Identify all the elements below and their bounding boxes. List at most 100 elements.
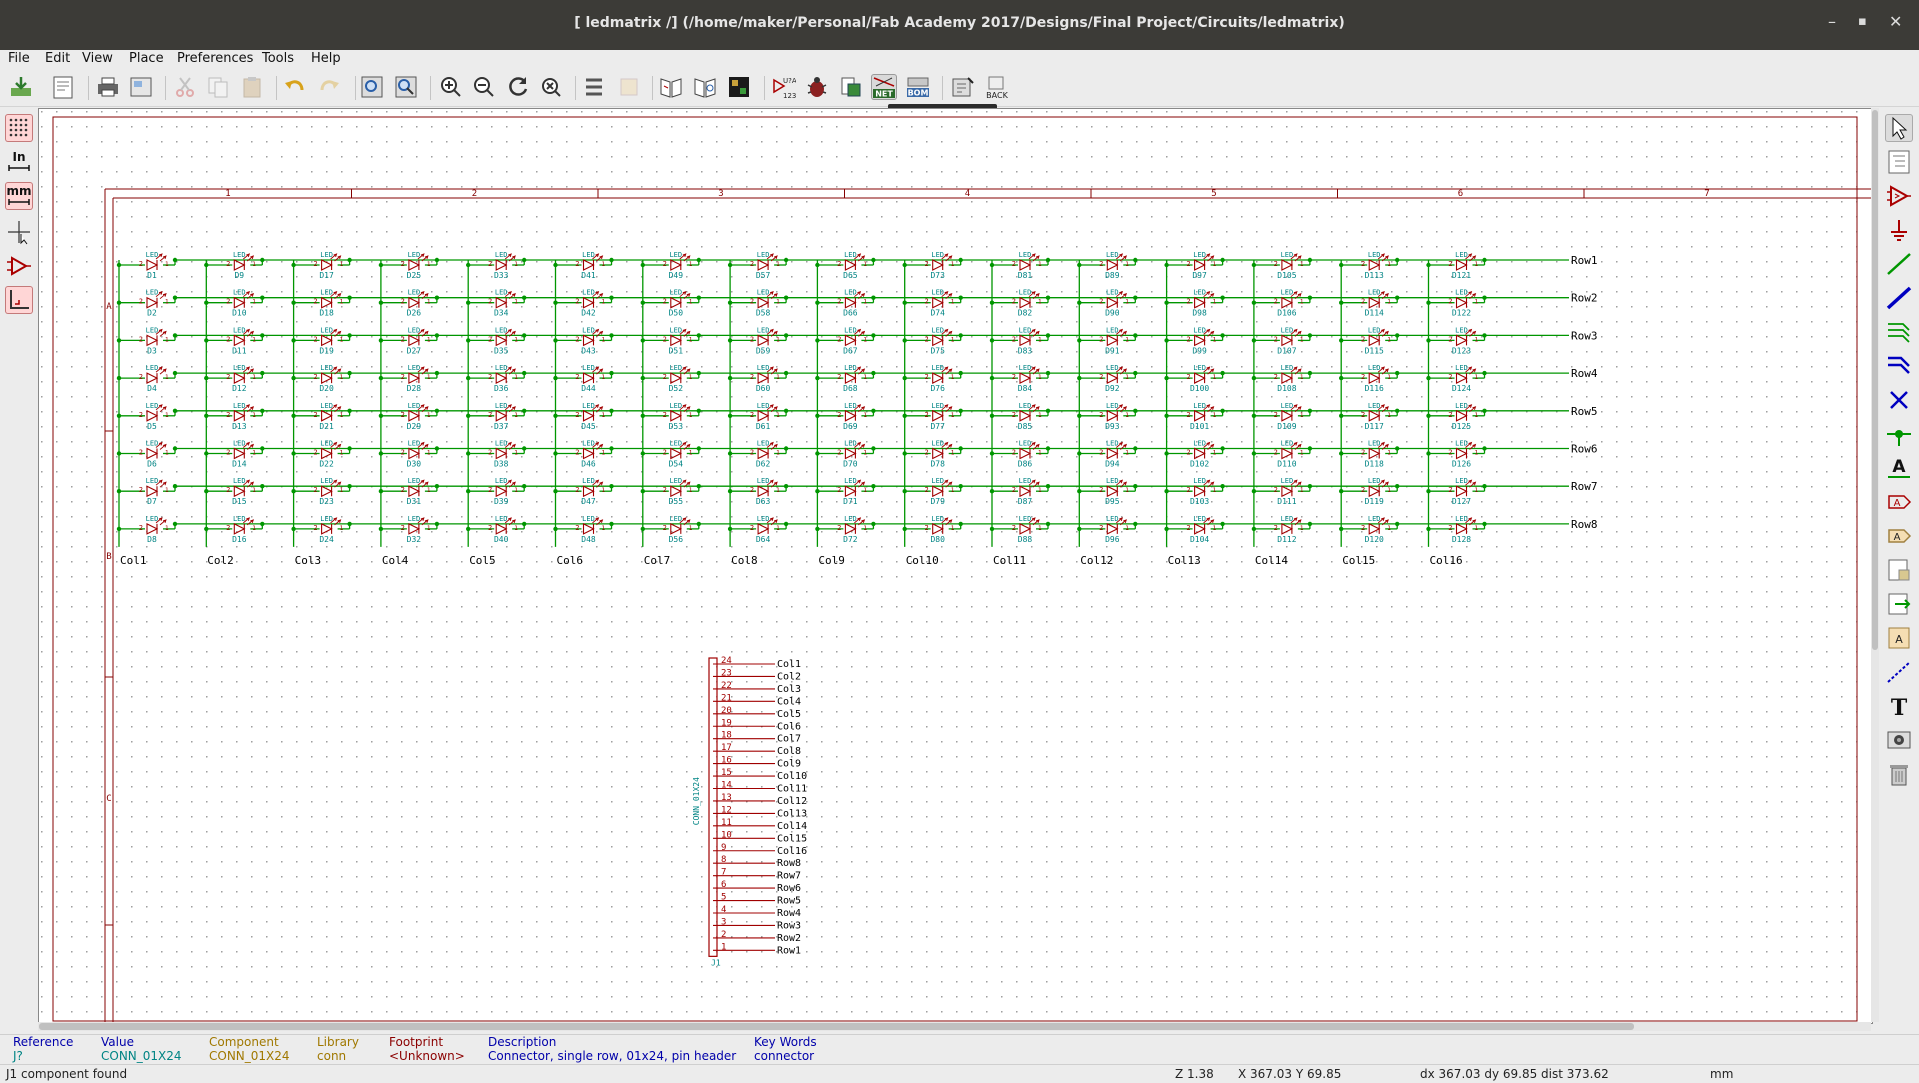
zoom-fit-icon[interactable] <box>538 74 564 100</box>
led-designator: D91 <box>1105 346 1120 355</box>
footprint-editor-icon[interactable] <box>726 74 752 100</box>
led-designator: D104 <box>1190 535 1209 544</box>
add-text-icon[interactable]: T <box>1885 692 1913 721</box>
menu-file[interactable]: File <box>8 51 30 66</box>
back-icon-label: BACK <box>986 91 1008 100</box>
zoom-in-icon[interactable] <box>438 74 464 100</box>
hierarchy-navigator-icon[interactable] <box>581 74 607 100</box>
led-value: LED <box>320 477 333 485</box>
plot-icon[interactable] <box>128 74 154 100</box>
led-pin-number: 1 <box>427 412 431 419</box>
led-value: LED <box>495 364 508 372</box>
schematic-canvas[interactable]: 1234567ABC Row1 Row2 Row3 Row4 Row5 Row6 Row7 R… <box>38 108 1873 1024</box>
find-replace-icon[interactable] <box>393 74 419 100</box>
menu-view[interactable]: View <box>82 51 113 66</box>
library-browser-icon[interactable] <box>692 74 718 100</box>
led-value: LED <box>669 326 682 334</box>
hierarchy-icon[interactable] <box>1885 148 1913 176</box>
junction-dot <box>116 262 122 268</box>
junction-dot <box>783 333 789 338</box>
junction-dot <box>958 446 963 451</box>
hier-pin-icon[interactable]: A <box>1885 624 1913 652</box>
delete-icon[interactable] <box>1885 760 1913 788</box>
led-designator: D77 <box>930 422 945 431</box>
led-value: LED <box>320 402 333 410</box>
junction-dot <box>989 451 995 456</box>
junction-dot <box>1307 333 1313 338</box>
junction-dot <box>204 451 209 456</box>
wire-entry-icon[interactable] <box>1885 318 1913 346</box>
import-pin-icon[interactable] <box>1885 590 1913 618</box>
junction-dot <box>1339 413 1344 418</box>
back-annotate-icon[interactable]: BACK <box>984 74 1010 100</box>
menu-tools[interactable]: Tools <box>262 51 294 66</box>
save-icon[interactable] <box>8 74 34 100</box>
inch-units-icon[interactable]: In <box>5 148 33 176</box>
leave-sheet-icon[interactable] <box>616 74 642 100</box>
cut-icon[interactable] <box>172 74 198 100</box>
zoom-out-icon[interactable] <box>471 74 497 100</box>
menu-preferences[interactable]: Preferences <box>177 51 253 66</box>
library-editor-icon[interactable] <box>658 74 684 100</box>
led-pin-number: 2 <box>1186 260 1190 268</box>
junction-dot <box>1251 489 1257 494</box>
no-connect-icon[interactable] <box>1885 386 1913 414</box>
horizontal-scroll-thumb[interactable] <box>39 1023 1634 1030</box>
global-label-icon[interactable]: A <box>1885 488 1913 516</box>
connector-pin-number: 11 <box>721 818 732 828</box>
minimize-button[interactable]: – <box>1828 12 1836 31</box>
copy-icon[interactable] <box>205 74 231 100</box>
redo-icon[interactable] <box>316 74 342 100</box>
junction-dot <box>1164 413 1169 418</box>
schematic-drawing[interactable]: 1 2 3 4 5 6 7ABC Row1Row2Row3Row4Row5Row6Row7R… <box>39 109 1872 1023</box>
hier-sheet-icon[interactable] <box>1885 556 1913 584</box>
menu-edit[interactable]: Edit <box>45 51 70 66</box>
annotate-icon[interactable]: U?A 123 <box>770 74 797 100</box>
vertical-scroll-thumb[interactable] <box>1872 110 1878 650</box>
led-value: LED <box>408 364 421 372</box>
junction-dot <box>902 375 907 381</box>
led-pin-number: 1 <box>1475 450 1479 457</box>
bom-icon[interactable]: BOM <box>905 74 931 100</box>
net-label-icon[interactable]: A <box>1885 454 1913 482</box>
led-designator: D89 <box>1105 271 1120 280</box>
wire-angle-icon[interactable] <box>5 286 33 314</box>
page-settings-icon[interactable] <box>50 74 76 100</box>
maximize-button[interactable]: ▪ <box>1858 14 1867 29</box>
add-component-icon[interactable] <box>1885 182 1913 210</box>
junction-dot <box>871 295 876 300</box>
column-label: Col13 <box>1168 554 1201 567</box>
undo-icon[interactable] <box>282 74 308 100</box>
paste-icon[interactable] <box>239 74 265 100</box>
add-line-icon[interactable] <box>1885 658 1913 686</box>
zoom-redraw-icon[interactable] <box>505 74 531 100</box>
add-image-icon[interactable] <box>1885 726 1913 754</box>
close-button[interactable]: ✕ <box>1889 12 1902 31</box>
hier-label-icon[interactable]: A <box>1885 522 1913 550</box>
add-bus-icon[interactable] <box>1885 284 1913 312</box>
print-icon[interactable] <box>95 74 121 100</box>
erc-icon[interactable] <box>804 74 830 100</box>
junction-icon[interactable] <box>1885 420 1913 448</box>
connector-pin-net: Col12 <box>777 796 807 807</box>
add-wire-icon[interactable] <box>1885 250 1913 278</box>
bus-entry-icon[interactable] <box>1885 352 1913 380</box>
junction-dot <box>553 413 558 418</box>
hidden-pins-icon[interactable] <box>5 252 33 280</box>
pcbnew-icon[interactable] <box>950 74 976 100</box>
menu-help[interactable]: Help <box>311 51 341 66</box>
junction-dot <box>172 333 178 338</box>
mm-units-icon[interactable]: mm <box>5 182 33 210</box>
grid-icon[interactable] <box>5 114 33 142</box>
cursor-shape-icon[interactable] <box>5 218 33 246</box>
vertical-scrollbar[interactable] <box>1871 108 1879 1022</box>
horizontal-scrollbar[interactable] <box>38 1022 1871 1031</box>
netlist-icon[interactable]: NET <box>871 74 897 100</box>
menu-place[interactable]: Place <box>129 51 164 66</box>
find-icon[interactable] <box>359 74 385 100</box>
cvpcb-icon[interactable] <box>838 74 864 100</box>
add-power-icon[interactable] <box>1885 216 1913 244</box>
connector-pin-net: Row5 <box>777 896 801 907</box>
frame-column-label: 4 <box>965 189 970 199</box>
select-arrow-icon[interactable] <box>1885 114 1913 142</box>
